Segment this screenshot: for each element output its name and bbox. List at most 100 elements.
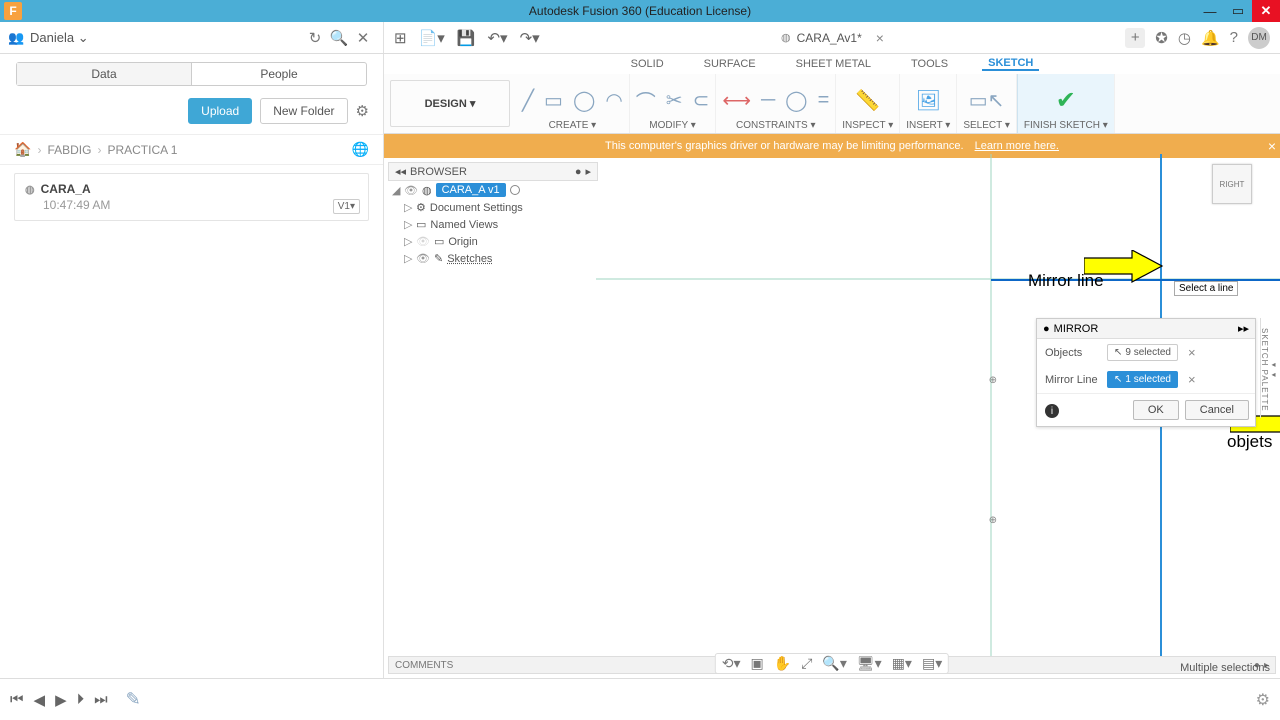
- undo-icon[interactable]: ↶▾: [487, 29, 507, 47]
- browser-panel: ◂◂BROWSER●▸ ◢👁◍CARA_A v1 ▷⚙Document Sett…: [388, 162, 598, 267]
- banner-link[interactable]: Learn more here.: [975, 140, 1059, 152]
- pan-icon[interactable]: ✋: [774, 655, 791, 672]
- annotation-objects: objets: [1227, 432, 1272, 452]
- browser-title: BROWSER: [410, 166, 571, 178]
- viewport-icon[interactable]: ▤▾: [922, 655, 942, 672]
- mirror-dialog: ●MIRROR▸▸ Objects ↖ 9 selected × Mirror …: [1036, 318, 1256, 427]
- browser-doc-settings[interactable]: ▷⚙Document Settings: [388, 199, 598, 216]
- save-icon[interactable]: 💾: [457, 29, 476, 47]
- offset-tool-icon[interactable]: ⊂: [693, 88, 710, 113]
- file-version[interactable]: V1▾: [333, 199, 360, 214]
- notification-icon[interactable]: 🔔: [1201, 29, 1220, 47]
- mirror-line-label: Mirror Line: [1045, 374, 1101, 386]
- finish-check-icon[interactable]: ✔: [1056, 86, 1076, 115]
- status-text: Multiple selections: [1180, 662, 1270, 674]
- orbit-icon[interactable]: ⟲▾: [722, 655, 741, 672]
- maximize-button[interactable]: ▭: [1224, 0, 1252, 22]
- document-tab[interactable]: ◍ CARA_Av1* ×: [550, 30, 1116, 46]
- hint-tooltip: Select a line: [1174, 281, 1238, 296]
- timeline-play-icon[interactable]: ▶: [55, 691, 67, 709]
- mirror-line-chip[interactable]: ↖ 1 selected: [1107, 371, 1178, 388]
- tab-sketch[interactable]: SKETCH: [982, 57, 1039, 71]
- modify-menu[interactable]: MODIFY ▾: [649, 120, 696, 131]
- lookat-icon[interactable]: ▣: [751, 655, 764, 672]
- new-folder-button[interactable]: New Folder: [260, 98, 347, 124]
- info-icon[interactable]: i: [1045, 404, 1059, 418]
- apps-icon[interactable]: ⊞: [394, 29, 407, 47]
- timeline-first-icon[interactable]: ⏮: [10, 691, 24, 708]
- minimize-button[interactable]: —: [1196, 0, 1224, 22]
- constraints-menu[interactable]: CONSTRAINTS ▾: [736, 120, 815, 131]
- equal-icon[interactable]: =: [818, 89, 830, 112]
- dialog-expand-icon[interactable]: ▸▸: [1238, 322, 1249, 335]
- clear-objects-icon[interactable]: ×: [1188, 345, 1196, 360]
- file-card[interactable]: ◍CARA_A 10:47:49 AM V1▾: [14, 173, 369, 221]
- timeline-prev-icon[interactable]: ◀: [34, 691, 46, 709]
- browser-toggle-icon[interactable]: ●: [575, 166, 582, 178]
- tab-people[interactable]: People: [192, 63, 366, 85]
- browser-named-views[interactable]: ▷▭Named Views: [388, 216, 598, 233]
- insert-image-icon[interactable]: 🖼: [916, 88, 941, 113]
- user-menu[interactable]: Daniela ⌄: [30, 30, 303, 46]
- timeline-next-icon[interactable]: ⏵: [77, 691, 85, 708]
- breadcrumb-project[interactable]: FABDIG: [47, 143, 91, 157]
- tab-sheet-metal[interactable]: SHEET METAL: [790, 58, 877, 70]
- panel-close-icon[interactable]: ✕: [351, 29, 375, 47]
- close-button[interactable]: ✕: [1252, 0, 1280, 22]
- search-icon[interactable]: 🔍: [327, 29, 351, 47]
- horizontal-icon[interactable]: ─: [761, 89, 775, 112]
- line-tool-icon[interactable]: ╱: [522, 88, 534, 113]
- redo-icon[interactable]: ↷▾: [520, 29, 540, 47]
- fillet-tool-icon[interactable]: ⌒: [636, 86, 656, 115]
- tab-surface[interactable]: SURFACE: [698, 58, 762, 70]
- inspect-menu[interactable]: INSPECT ▾: [842, 120, 893, 131]
- gear-icon[interactable]: ⚙: [356, 102, 369, 120]
- refresh-icon[interactable]: ↻: [303, 29, 327, 47]
- browser-sketches[interactable]: ▷👁✎Sketches: [388, 250, 598, 267]
- measure-icon[interactable]: 📏: [855, 88, 880, 113]
- tangent-icon[interactable]: ◯: [785, 88, 807, 113]
- tab-data[interactable]: Data: [17, 63, 192, 85]
- view-tools[interactable]: ⟲▾ ▣ ✋ ⤢ 🔍▾ 🖥▾ ▦▾ ▤▾: [715, 653, 949, 674]
- select-menu[interactable]: SELECT ▾: [963, 120, 1010, 131]
- extensions-icon[interactable]: ✪: [1155, 29, 1168, 47]
- ok-button[interactable]: OK: [1133, 400, 1179, 420]
- insert-menu[interactable]: INSERT ▾: [906, 120, 950, 131]
- new-tab-button[interactable]: +: [1125, 28, 1145, 48]
- select-tool-icon[interactable]: ▭↖: [969, 88, 1005, 113]
- circle-tool-icon[interactable]: ◯: [573, 88, 595, 113]
- create-menu[interactable]: CREATE ▾: [549, 120, 597, 131]
- display-icon[interactable]: 🖥▾: [857, 655, 882, 672]
- rect-tool-icon[interactable]: ▭: [544, 88, 563, 113]
- tab-close-icon[interactable]: ×: [876, 30, 884, 46]
- avatar[interactable]: DM: [1248, 27, 1270, 49]
- viewcube[interactable]: RIGHT: [1212, 164, 1252, 204]
- zoom-icon[interactable]: 🔍▾: [822, 655, 846, 672]
- tab-tools[interactable]: TOOLS: [905, 58, 954, 70]
- timeline-last-icon[interactable]: ⏭: [94, 691, 108, 708]
- tab-solid[interactable]: SOLID: [625, 58, 670, 70]
- grid-icon[interactable]: ▦▾: [892, 655, 912, 672]
- clear-line-icon[interactable]: ×: [1188, 372, 1196, 387]
- clock-icon[interactable]: ◷: [1178, 29, 1191, 47]
- arc-tool-icon[interactable]: ◠: [605, 88, 622, 113]
- sketch-palette-tab[interactable]: ◂◂SKETCH PALETTE: [1260, 318, 1278, 418]
- timeline-sketch-feature[interactable]: ✎: [126, 689, 141, 710]
- timeline-gear-icon[interactable]: ⚙: [1256, 690, 1270, 710]
- dimension-icon[interactable]: ⟷: [722, 88, 751, 113]
- trim-tool-icon[interactable]: ✂: [666, 88, 683, 113]
- finish-sketch-button[interactable]: FINISH SKETCH ▾: [1024, 120, 1108, 131]
- home-icon[interactable]: 🏠: [14, 141, 31, 158]
- upload-button[interactable]: Upload: [188, 98, 252, 124]
- browser-root[interactable]: ◢👁◍CARA_A v1: [388, 181, 598, 199]
- help-icon[interactable]: ?: [1230, 29, 1238, 46]
- browser-origin[interactable]: ▷👁▭Origin: [388, 233, 598, 250]
- new-file-icon[interactable]: 📄▾: [419, 29, 445, 47]
- banner-close-icon[interactable]: ×: [1268, 138, 1276, 154]
- cancel-button[interactable]: Cancel: [1185, 400, 1249, 420]
- mirror-objects-chip[interactable]: ↖ 9 selected: [1107, 344, 1178, 361]
- share-icon[interactable]: 🌐: [352, 141, 369, 158]
- design-dropdown[interactable]: DESIGN ▾: [390, 80, 510, 127]
- zoom-fit-icon[interactable]: ⤢: [801, 655, 812, 672]
- breadcrumb-folder[interactable]: PRACTICA 1: [107, 143, 177, 157]
